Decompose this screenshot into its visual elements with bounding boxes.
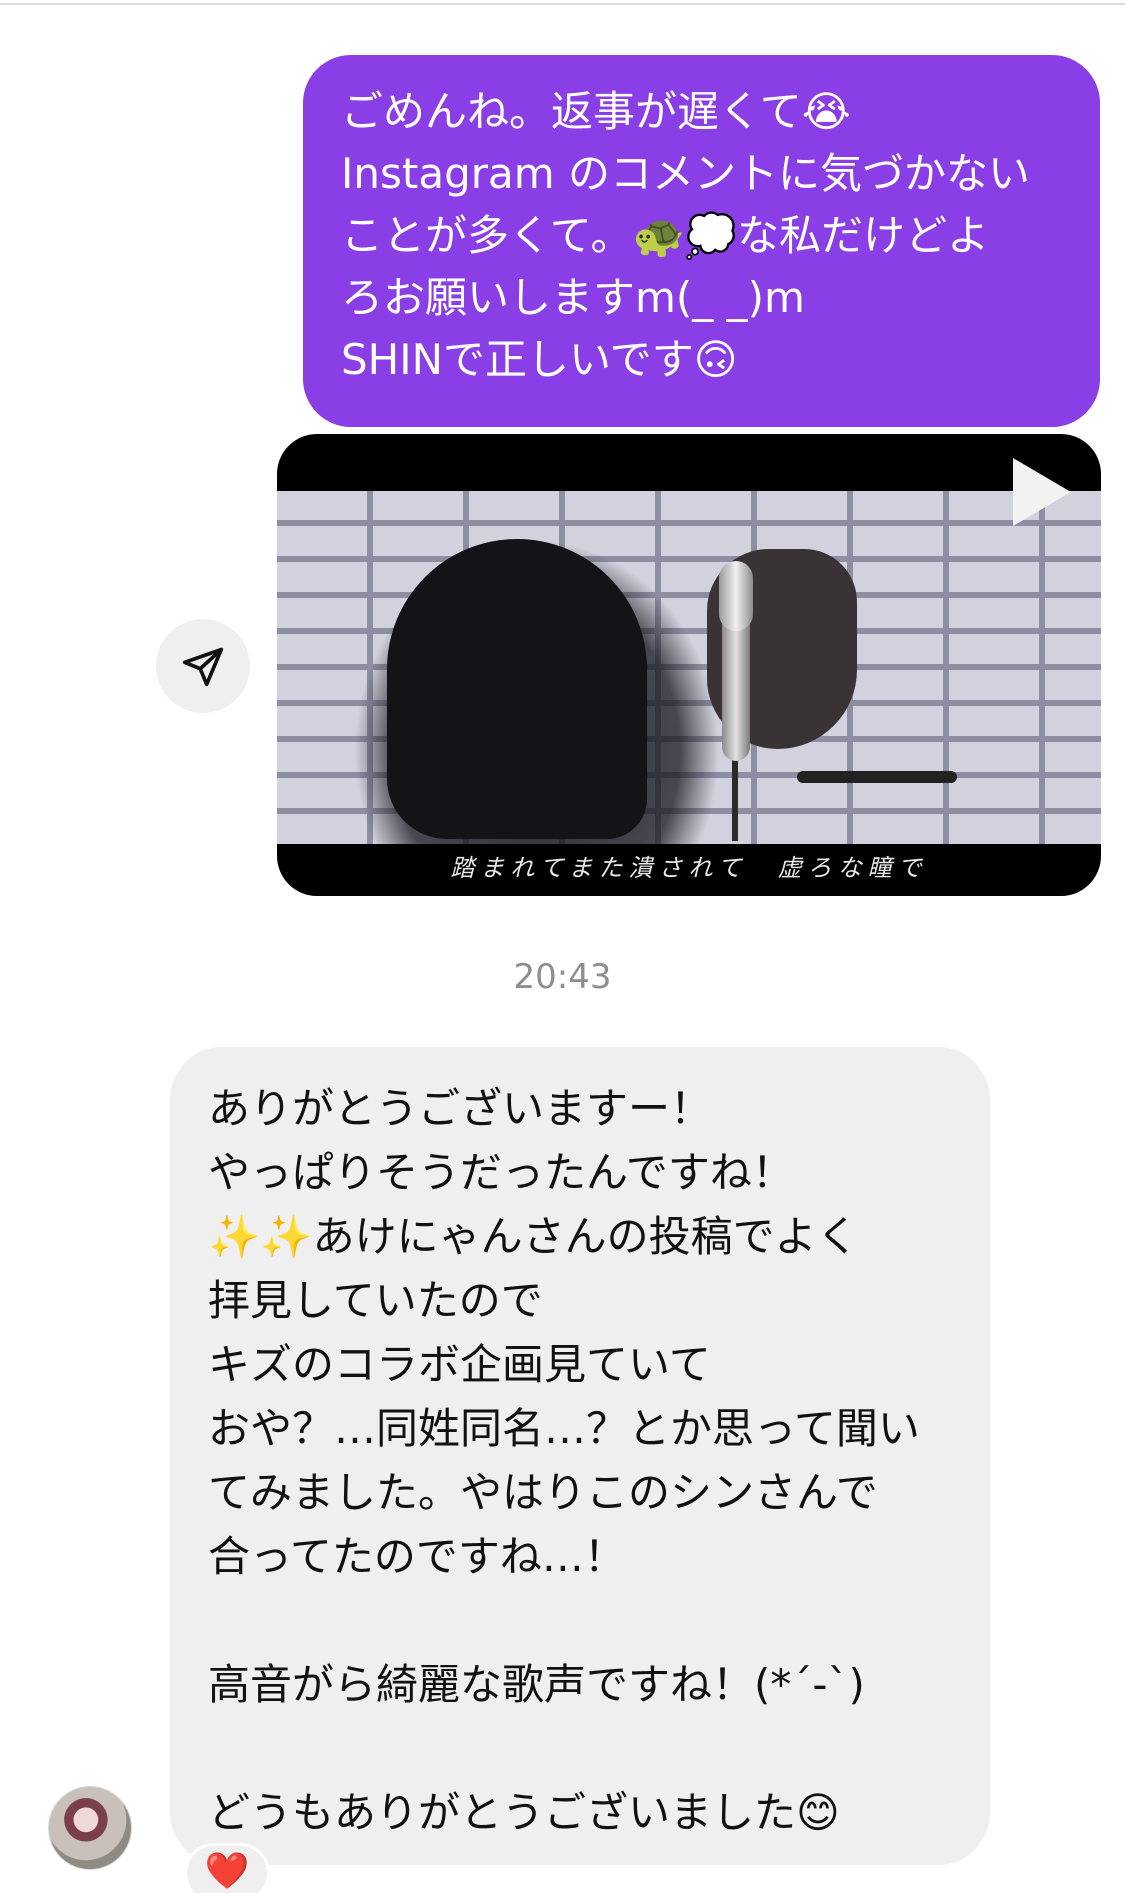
incoming-message-line: どうもありがとうございました😊 bbox=[208, 1788, 840, 1837]
message-timestamp: 20:43 bbox=[513, 957, 612, 997]
dm-conversation: ごめんね。返事が遅くて😭 Instagram のコメントに気づかない ことが多く… bbox=[0, 0, 1125, 1893]
incoming-message-line: ✨✨あけにゃんさんの投稿でよく bbox=[208, 1212, 859, 1261]
microphone-head bbox=[719, 561, 753, 631]
paper-plane-icon bbox=[182, 647, 224, 687]
incoming-message-line bbox=[208, 1717, 952, 1781]
outgoing-message-line: ろお願いしますm(_ _)m bbox=[341, 273, 805, 322]
incoming-message-line: 合ってたのですね…！ bbox=[208, 1532, 626, 1581]
outgoing-message-line: ごめんね。返事が遅くて😭 bbox=[341, 87, 851, 136]
incoming-message-line: キズのコラボ企画見ていて bbox=[208, 1340, 711, 1389]
incoming-message-line: おや？…同姓同名…？とか思って聞い bbox=[208, 1404, 920, 1453]
sender-avatar[interactable] bbox=[48, 1786, 132, 1870]
incoming-message-bubble[interactable]: ありがとうございますー！ やっぱりそうだったんですね！ ✨✨あけにゃんさんの投稿… bbox=[170, 1047, 990, 1865]
video-thumbnail bbox=[277, 491, 1101, 844]
video-message[interactable]: 踏まれてまた潰されて 虚ろな瞳で bbox=[277, 434, 1101, 896]
singer-silhouette bbox=[387, 539, 647, 839]
incoming-message-line: ありがとうございますー！ bbox=[208, 1084, 713, 1133]
outgoing-message-line: ことが多くて。🐢💭な私だけどよ bbox=[341, 211, 990, 260]
play-icon[interactable] bbox=[1013, 458, 1071, 526]
heart-reaction[interactable]: ❤️ bbox=[184, 1843, 270, 1893]
incoming-message-line: てみました。やはりこのシンさんで bbox=[208, 1468, 878, 1517]
outgoing-message-bubble[interactable]: ごめんね。返事が遅くて😭 Instagram のコメントに気づかない ことが多く… bbox=[303, 55, 1100, 427]
incoming-message-line bbox=[208, 1589, 952, 1653]
outgoing-message-line: SHINで正しいです🙃 bbox=[341, 335, 738, 384]
incoming-message-line: やっぱりそうだったんですね！ bbox=[208, 1148, 794, 1197]
microphone-cable bbox=[797, 771, 957, 783]
top-divider bbox=[0, 3, 1125, 5]
share-button[interactable] bbox=[156, 619, 250, 713]
incoming-message-line: 高音がら綺麗な歌声ですね！(*´-`) bbox=[208, 1660, 865, 1709]
outgoing-message-line: Instagram のコメントに気づかない bbox=[341, 149, 1031, 198]
video-subtitle: 踏まれてまた潰されて 虚ろな瞳で bbox=[450, 854, 928, 882]
incoming-message-line: 拝見していたので bbox=[208, 1276, 543, 1325]
